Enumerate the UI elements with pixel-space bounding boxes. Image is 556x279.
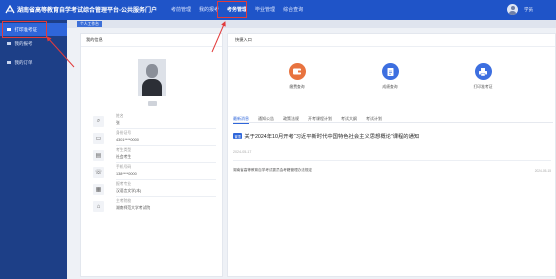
highlight-box-sidebar: [2, 21, 47, 38]
field-label: 姓名: [116, 114, 124, 118]
wallet-icon: [288, 63, 306, 80]
field-label: 考生类型: [116, 148, 132, 152]
search-icon: ⌕: [93, 116, 104, 127]
divider: [233, 160, 551, 161]
news-tabs: 最新消息 通知公告 政策法规 开考课程计划 考试大纲 考试计划: [233, 114, 553, 124]
field-candidate-type: 考生类型 社会考生: [116, 148, 131, 160]
quick-entry-payment[interactable]: 缴费查询: [277, 63, 317, 90]
nav-graduation[interactable]: 毕业管理: [251, 0, 279, 20]
field-value: 张: [116, 121, 120, 125]
tab-latest-news[interactable]: 最新消息: [233, 114, 249, 124]
user-name: 学员: [524, 6, 533, 12]
field-id-number: 身份证号 4301****0000: [116, 131, 139, 142]
field-value: 4301****0000: [116, 138, 139, 142]
news-item-date: 2024-05-15: [534, 168, 551, 173]
portal-page: 湖南省高等教育自学考试综合管理平台-公共服务门户 考前管理 我的报考 考务管理 …: [0, 0, 556, 279]
field-name: 姓名 张: [116, 114, 124, 126]
tab-exam-syllabus[interactable]: 考试大纲: [341, 114, 357, 123]
quick-entry-scores[interactable]: 成绩查询: [370, 63, 410, 90]
field-institution: 主考院校 湖南师范大学考试院: [116, 199, 150, 211]
profile-panel-title: 我的信息: [81, 34, 222, 47]
profile-panel: 我的信息 ⌕ ▭ ▤ ☏ ▦ ⌂ 姓名 张 身份证号 4301****0000 …: [80, 33, 223, 277]
sidebar-item-my-registration[interactable]: 我的报考: [0, 37, 67, 50]
field-label: 身份证号: [116, 131, 132, 135]
top-header: 湖南省高等教育自学考试综合管理平台-公共服务门户 考前管理 我的报考 考务管理 …: [0, 0, 556, 20]
quick-entry-label: 打印准考证: [473, 85, 493, 89]
field-value: 138****0000: [116, 172, 137, 176]
field-value: 湖南师范大学考试院: [116, 206, 151, 210]
info-icon-column: ⌕ ▭ ▤ ☏ ▦ ⌂: [93, 116, 105, 216]
tab-announcements[interactable]: 通知公告: [258, 114, 274, 123]
field-major: 报考专业 汉语言文学(本): [116, 182, 141, 194]
sidebar-item-label: 我的订单: [14, 59, 33, 65]
quick-entry-label: 成绩查询: [382, 85, 398, 89]
divider: [116, 145, 216, 146]
avatar[interactable]: [507, 4, 518, 15]
divider: [116, 128, 216, 129]
divider: [116, 196, 216, 197]
highlight-box-nav: [217, 1, 247, 18]
phone-icon: ☏: [93, 167, 104, 178]
pinned-badge: 置顶: [233, 133, 243, 139]
field-phone: 手机号码 138****0000: [116, 165, 137, 176]
field-value: 社会考生: [116, 155, 132, 159]
square-icon: [7, 60, 11, 65]
logo-icon: [5, 5, 15, 14]
quick-entry-print-admission[interactable]: 打印准考证: [463, 63, 503, 90]
user-menu[interactable]: 学员: [507, 4, 533, 15]
sidebar-item-label: 我的报考: [14, 40, 33, 46]
featured-news-title[interactable]: 关于2024年10月开考“习近平新时代中国特色社会主义思想概论”课程的通知: [244, 132, 419, 140]
news-item-title[interactable]: 湖南省高等教育自学考试委员会考籍管理办法规定: [233, 168, 312, 173]
dashboard-panel: 快捷入口 缴费查询 成绩查询 打印准考证 最新消息 通知公告 政策法规 开考课程…: [227, 33, 556, 277]
tab-exam-plan[interactable]: 考试计划: [366, 114, 382, 123]
book-icon: ▦: [93, 184, 104, 195]
field-label: 主考院校: [116, 199, 132, 203]
field-value: 汉语言文学(本): [116, 189, 142, 193]
nav-exam-prep[interactable]: 考前管理: [167, 0, 195, 20]
tab-policies[interactable]: 政策法规: [283, 114, 299, 123]
featured-news[interactable]: 置顶 关于2024年10月开考“习近平新时代中国特色社会主义思想概论”课程的通知: [233, 132, 419, 140]
workspace-tab-strip: [67, 20, 556, 28]
tab-personal-workspace[interactable]: 个人工作台: [77, 21, 102, 27]
quick-entry-label: 缴费查询: [289, 85, 305, 89]
list-item[interactable]: 湖南省高等教育自学考试委员会考籍管理办法规定 2024-05-15: [233, 168, 551, 173]
divider: [116, 179, 216, 180]
square-icon: [7, 41, 11, 46]
school-icon: ⌂: [93, 201, 104, 212]
field-label: 报考专业: [116, 182, 132, 186]
featured-news-date: 2024-05-17: [233, 150, 252, 154]
printer-icon: [474, 63, 492, 80]
document-icon: [381, 63, 399, 80]
document-icon: ▤: [93, 150, 104, 161]
id-card-icon: ▭: [93, 133, 104, 144]
quick-entry-title: 快捷入口: [228, 34, 555, 47]
tab-course-plan[interactable]: 开考课程计划: [308, 114, 332, 123]
nav-query[interactable]: 综合查询: [279, 0, 307, 20]
profile-photo: [138, 59, 166, 96]
blurred-name: [148, 101, 157, 106]
divider: [116, 162, 216, 163]
sidebar-item-my-orders[interactable]: 我的订单: [0, 56, 67, 69]
field-label: 手机号码: [116, 165, 132, 169]
app-title: 湖南省高等教育自学考试综合管理平台-公共服务门户: [17, 8, 157, 14]
